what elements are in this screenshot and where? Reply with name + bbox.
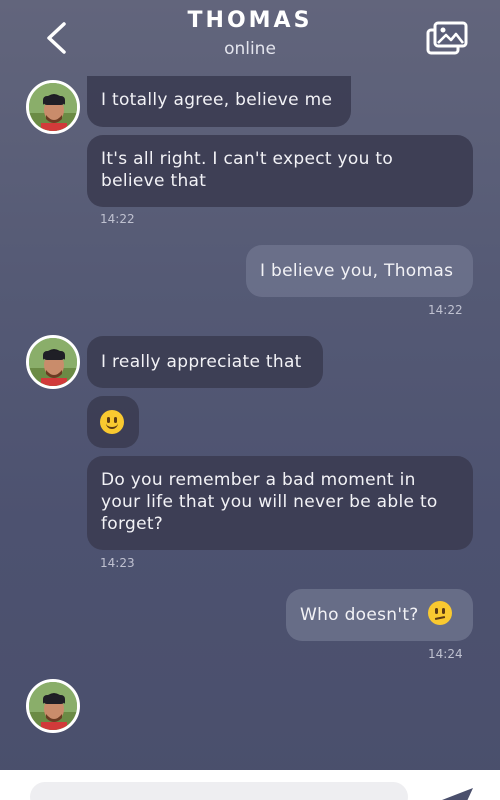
message-bubble[interactable]: Who doesn't? [286,589,473,641]
avatar[interactable] [26,679,80,733]
message-bubble[interactable]: Do you remember a bad moment in your lif… [87,456,473,550]
message-timestamp: 14:23 [100,556,135,570]
message-bubble[interactable]: I totally agree, believe me [87,76,351,127]
message-text: It's all right. I can't expect you to be… [101,149,394,191]
avatar[interactable] [26,80,80,134]
message-text: I believe you, Thomas [260,261,454,281]
send-icon [442,788,473,800]
composer-bar [0,770,500,800]
confused-face-icon [428,601,453,625]
image-gallery-icon [426,21,468,55]
avatar[interactable] [26,335,80,389]
message-text: Do you remember a bad moment in your lif… [101,470,438,534]
message-input[interactable] [30,782,408,800]
message-timestamp: 14:22 [428,303,463,317]
slightly-smiling-face-icon [100,410,124,434]
gallery-button[interactable] [424,18,470,58]
message-text: I really appreciate that [101,352,302,372]
message-bubble[interactable]: I really appreciate that [87,336,323,388]
message-bubble[interactable]: It's all right. I can't expect you to be… [87,135,473,207]
message-bubble[interactable]: I believe you, Thomas [246,245,473,297]
message-text: I totally agree, believe me [101,90,333,110]
chat-header: THOMAS online [0,0,500,76]
message-text: Who doesn't? [300,605,419,625]
message-timestamp: 14:22 [100,212,135,226]
message-timestamp: 14:24 [428,647,463,661]
message-list[interactable]: I totally agree, believe me It's all rig… [0,76,500,770]
emoji-bubble[interactable] [87,396,139,448]
send-button[interactable] [440,782,476,800]
